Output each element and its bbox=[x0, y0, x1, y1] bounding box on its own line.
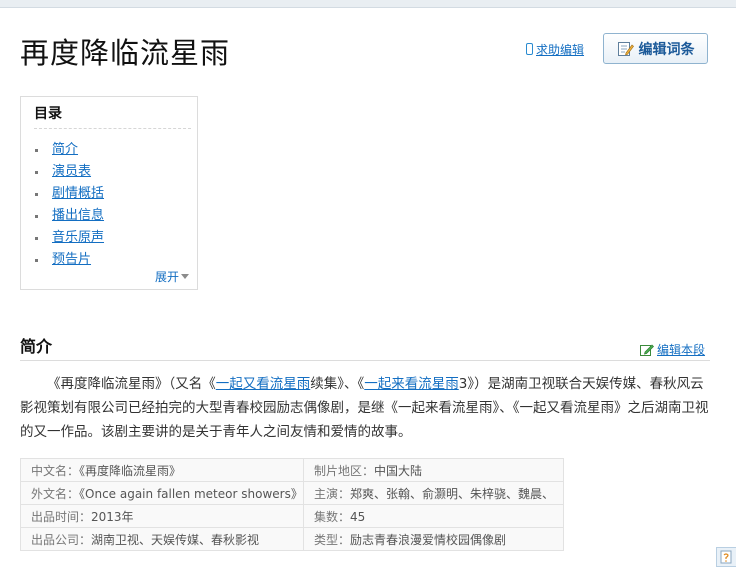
table-row: 出品时间：2013年 集数：45 bbox=[20, 504, 565, 528]
toc-link-intro[interactable]: 简介 bbox=[52, 142, 78, 157]
info-label: 外文名： bbox=[31, 486, 80, 501]
top-bar bbox=[0, 0, 736, 8]
pencil-icon bbox=[526, 43, 533, 55]
table-row: 出品公司：湖南卫视、天娱传媒、春秋影视 类型：励志青春浪漫爱情校园偶像剧 bbox=[20, 527, 565, 551]
help-edit-link[interactable]: 求助编辑 bbox=[526, 41, 584, 58]
intro-link-original[interactable]: 一起来看流星雨 bbox=[364, 376, 459, 392]
table-row: 外文名：《Once again fallen meteor showers》 主… bbox=[20, 481, 565, 505]
toc-link-plot[interactable]: 剧情概括 bbox=[52, 186, 104, 201]
edit-entry-label: 编辑词条 bbox=[638, 41, 695, 58]
info-cell: 出品公司：湖南卫视、天娱传媒、春秋影视 bbox=[20, 527, 304, 551]
page-title: 再度降临流星雨 bbox=[20, 36, 231, 70]
info-cell: 外文名：《Once again fallen meteor showers》 bbox=[20, 481, 304, 505]
info-value: 《Once again fallen meteor showers》 bbox=[79, 486, 303, 501]
info-label: 制片地区： bbox=[313, 463, 374, 478]
info-value: 湖南卫视、天娱传媒、春秋影视 bbox=[91, 532, 260, 547]
table-of-contents: 目录 简介 演员表 剧情概括 播出信息 音乐原声 预告片 展开 bbox=[20, 96, 198, 290]
edit-section-label: 编辑本段 bbox=[657, 343, 706, 357]
edit-icon bbox=[640, 344, 654, 356]
info-label: 中文名： bbox=[31, 463, 80, 478]
toc-item-plot: 剧情概括 bbox=[21, 183, 104, 205]
info-cell: 出品时间：2013年 bbox=[20, 504, 304, 528]
info-label: 主演： bbox=[313, 486, 350, 501]
toc-divider bbox=[34, 128, 191, 129]
info-value: 郑爽、张翰、俞灏明、朱梓骁、魏晨、 bbox=[349, 486, 554, 501]
info-label: 集数： bbox=[313, 509, 350, 524]
info-box: 中文名：《再度降临流星雨》 制片地区：中国大陆 外文名：《Once again … bbox=[20, 458, 565, 551]
info-label: 出品公司： bbox=[31, 532, 92, 547]
intro-link-sequel[interactable]: 一起又看流星雨 bbox=[216, 376, 311, 392]
intro-paragraph: 《再度降临流星雨》（又名《一起又看流星雨续集》、《一起来看流星雨3》）是湖南卫视… bbox=[20, 372, 712, 444]
section-title: 简介 bbox=[20, 337, 53, 356]
info-label: 出品时间： bbox=[31, 509, 92, 524]
toc-title: 目录 bbox=[34, 106, 62, 122]
info-value: 《再度降临流星雨》 bbox=[79, 463, 182, 478]
toc-list: 简介 演员表 剧情概括 播出信息 音乐原声 预告片 bbox=[21, 139, 104, 271]
info-label: 类型： bbox=[313, 532, 350, 547]
toc-link-soundtrack[interactable]: 音乐原声 bbox=[52, 230, 104, 245]
toc-item-intro: 简介 bbox=[21, 139, 104, 161]
feedback-button[interactable] bbox=[716, 547, 736, 567]
info-value: 中国大陆 bbox=[373, 463, 422, 478]
info-cell: 制片地区：中国大陆 bbox=[302, 458, 565, 482]
info-cell: 类型：励志青春浪漫爱情校园偶像剧 bbox=[302, 527, 565, 551]
toc-item-cast: 演员表 bbox=[21, 161, 104, 183]
edit-section-link[interactable]: 编辑本段 bbox=[640, 341, 705, 358]
toc-link-trailer[interactable]: 预告片 bbox=[52, 252, 91, 267]
intro-text-1: 《再度降临流星雨》（又名《 bbox=[47, 376, 216, 392]
toc-item-broadcast: 播出信息 bbox=[21, 205, 104, 227]
toc-expand-button[interactable]: 展开 bbox=[155, 268, 189, 285]
info-value: 2013年 bbox=[91, 509, 134, 524]
triangle-down-icon bbox=[181, 274, 189, 279]
edit-document-icon bbox=[617, 42, 634, 56]
section-divider bbox=[20, 360, 710, 361]
info-cell: 中文名：《再度降临流星雨》 bbox=[20, 458, 304, 482]
info-value: 45 bbox=[349, 509, 366, 524]
info-cell: 集数：45 bbox=[302, 504, 565, 528]
intro-text-2: 续集》、《 bbox=[310, 376, 365, 392]
info-value: 励志青春浪漫爱情校园偶像剧 bbox=[349, 532, 506, 547]
toc-link-cast[interactable]: 演员表 bbox=[52, 164, 91, 179]
edit-entry-button[interactable]: 编辑词条 bbox=[603, 33, 708, 64]
table-row: 中文名：《再度降临流星雨》 制片地区：中国大陆 bbox=[20, 458, 565, 482]
toc-item-soundtrack: 音乐原声 bbox=[21, 227, 104, 249]
toc-link-broadcast[interactable]: 播出信息 bbox=[52, 208, 104, 223]
toc-expand-label: 展开 bbox=[154, 270, 179, 284]
help-edit-label: 求助编辑 bbox=[536, 43, 585, 57]
feedback-icon bbox=[720, 550, 732, 564]
toc-item-trailer: 预告片 bbox=[21, 249, 104, 271]
info-cell: 主演：郑爽、张翰、俞灏明、朱梓骁、魏晨、 bbox=[302, 481, 565, 505]
